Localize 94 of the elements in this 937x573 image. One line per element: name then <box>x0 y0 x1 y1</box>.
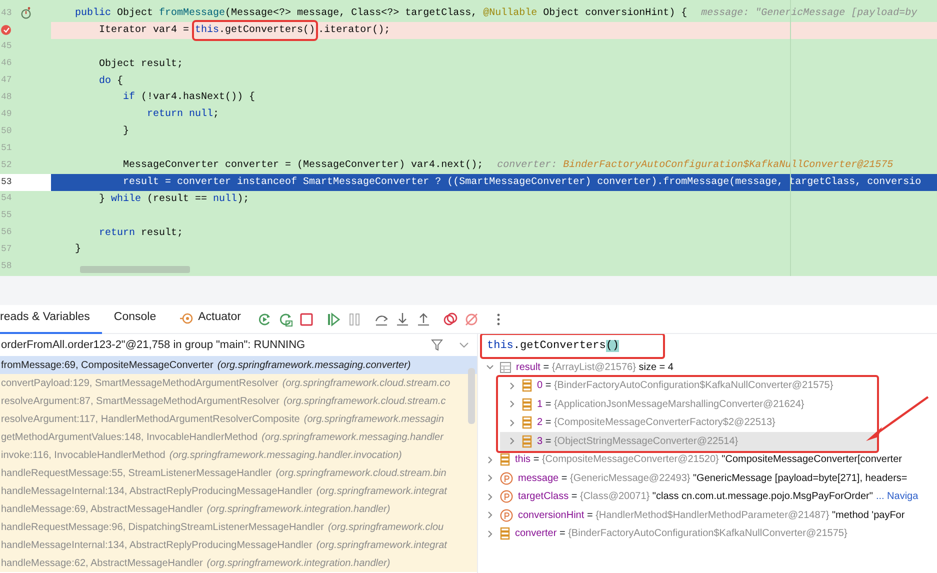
vertical-scrollbar[interactable] <box>468 368 475 424</box>
thread-selector[interactable]: orderFromAll.order123-2"@21,758 in group "main": RUNNING <box>0 334 477 356</box>
parameter-icon <box>500 472 513 485</box>
chevron-right-icon[interactable] <box>486 474 494 482</box>
code-line: } <box>74 242 82 258</box>
code-line: .iterator(); <box>318 24 390 38</box>
code-line: public Object fromMessage(Message<?> message, Class<?> targetClass, @Nullable Object conversionHint) { <box>74 6 688 21</box>
variable-entry: message = {GenericMessage@22493} "GenericMessage [payload=byte[271], headers= <box>518 472 908 486</box>
filter-icon <box>431 339 443 351</box>
field-icon <box>522 416 532 430</box>
variable-row[interactable]: converter = {BinderFactoryAutoConfiguration$KafkaNullConverter@21575} <box>478 524 937 543</box>
line-number: 47 <box>1 74 12 88</box>
variable-row[interactable]: targetClass = {Class@20071} "class cn.com.ut.message.pojo.MsgPayForOrder" ... Naviga <box>478 488 937 506</box>
field-icon <box>522 379 532 392</box>
chevron-right-icon[interactable] <box>508 437 516 446</box>
field-icon <box>500 453 510 466</box>
chevron-down-icon <box>459 340 469 350</box>
navigate-link[interactable]: ... Naviga <box>876 489 918 504</box>
stop-icon[interactable] <box>298 312 314 326</box>
parameter-icon <box>500 490 513 504</box>
field-icon <box>522 434 532 448</box>
line-number: 46 <box>1 57 12 70</box>
chevron-right-icon[interactable] <box>508 382 516 390</box>
code-line: Object result; <box>98 58 184 72</box>
line-number: 48 <box>1 91 12 104</box>
variable-entry: 2 = {CompositeMessageConverterFactory$2@22513} <box>537 416 776 430</box>
variable-row[interactable]: 3 = {ObjectStringMessageConverter@22514} <box>500 432 877 450</box>
variable-entry: 0 = {BinderFactoryAutoConfiguration$KafkaNullConverter@21575} <box>537 379 834 394</box>
breakpoints-icon[interactable] <box>442 312 458 326</box>
code-line: result = converter instanceof SmartMessageConverter ? ((SmartMessageConverter) converter).fromMessage(message, targetClass, conversio <box>122 176 922 190</box>
variable-row[interactable]: this = {CompositeMessageConverter@21520} "CompositeMessageConverter[converter <box>478 450 937 469</box>
variable-row[interactable]: message = {GenericMessage@22493} "GenericMessage [payload=byte[271], headers= <box>478 469 937 488</box>
variable-entry: this = {CompositeMessageConverter@21520} "CompositeMessageConverter[converter <box>515 453 902 468</box>
step-into-icon[interactable] <box>394 312 410 326</box>
variable-row[interactable]: conversionHint = {HandlerMethod$HandlerMethodParameter@21487} "method 'payFor <box>478 506 937 524</box>
variable-row[interactable]: 2 = {CompositeMessageConverterFactory$2@22513} <box>500 414 877 432</box>
chevron-right-icon[interactable] <box>508 418 516 427</box>
highlighted-expression: this.getConverters() <box>195 22 316 38</box>
line-number: 45 <box>1 40 12 54</box>
code-line: MessageConverter converter = (MessageConverter) var4.next(); <box>122 158 484 173</box>
line-number: 49 <box>1 108 12 122</box>
variable-row[interactable]: 0 = {BinderFactoryAutoConfiguration$KafkaNullConverter@21575} <box>500 376 877 395</box>
line-number: 58 <box>1 260 12 274</box>
code-line: Iterator var4 = <box>98 24 190 38</box>
chevron-right-icon[interactable] <box>486 511 494 520</box>
expression-text: this.getConverters() <box>482 334 664 358</box>
line-number: 53 <box>1 176 12 189</box>
chevron-right-icon[interactable] <box>486 456 494 464</box>
line-number: 56 <box>1 226 12 240</box>
variable-entry: 1 = {ApplicationJsonMessageMarshallingConverter@21624} <box>537 398 804 412</box>
code-line: if (!var4.hasNext()) { <box>122 90 256 106</box>
line-number: 57 <box>1 243 12 256</box>
horizontal-scrollbar[interactable] <box>80 266 190 273</box>
inline-hint: converter: BinderFactoryAutoConfiguration$KafkaNullConverter@21575 <box>497 158 894 173</box>
line-number: 52 <box>1 158 12 172</box>
panel-tab[interactable]: reads & Variables <box>0 304 102 334</box>
variable-entry: targetClass = {Class@20071} "class cn.com.ut.message.pojo.MsgPayForOrder" <box>518 490 873 504</box>
code-line: } <box>122 124 130 140</box>
line-number: 55 <box>1 209 12 222</box>
stack-frame[interactable]: fromMessage:69, CompositeMessageConverter (org.springframework.messaging.converter) <box>0 356 477 374</box>
chevron-right-icon[interactable] <box>486 492 494 501</box>
line-number: 54 <box>1 192 12 206</box>
mute-breakpoints-icon[interactable] <box>464 312 479 326</box>
panel-tab[interactable]: Console <box>102 304 168 334</box>
variable-entry: 3 = {ObjectStringMessageConverter@22514} <box>537 434 738 449</box>
line-number: 51 <box>1 142 12 155</box>
field-icon <box>522 398 532 411</box>
variable-entry: conversionHint = {HandlerMethod$HandlerMethodParameter@21487} "method 'payFor <box>518 508 905 523</box>
resume-icon[interactable] <box>326 312 341 326</box>
rerun-icon[interactable] <box>256 312 272 326</box>
field-icon <box>500 527 510 540</box>
step-out-icon[interactable] <box>416 312 431 326</box>
line-number: 43 <box>1 6 12 20</box>
chevron-right-icon[interactable] <box>508 400 516 408</box>
variable-row[interactable]: 1 = {ApplicationJsonMessageMarshallingConverter@21624} <box>500 395 877 414</box>
parameter-icon <box>500 508 513 522</box>
panel-tab[interactable]: Actuator <box>168 304 253 334</box>
chevron-down-icon[interactable] <box>486 363 494 372</box>
code-line: return null; <box>146 108 220 122</box>
variable-row[interactable]: result = {ArrayList@21576} size = 4 <box>478 358 937 376</box>
pause-icon[interactable] <box>346 312 362 326</box>
code-editor[interactable] <box>0 0 937 276</box>
actuator-icon <box>180 312 194 324</box>
list-icon <box>500 362 511 373</box>
code-line: } while (result == null); <box>98 192 250 207</box>
chevron-right-icon[interactable] <box>486 530 494 538</box>
variable-entry: converter = {BinderFactoryAutoConfiguration$KafkaNullConverter@21575} <box>515 527 848 542</box>
code-line: return result; <box>98 226 184 241</box>
rerun-icon[interactable] <box>278 312 293 326</box>
inline-hint: message: "GenericMessage [payload=by <box>701 6 918 21</box>
line-number: 50 <box>1 124 12 138</box>
code-line: do { <box>98 74 124 88</box>
variable-entry: result = {ArrayList@21576} size = 4 <box>516 360 674 375</box>
expression-field[interactable]: this.getConverters() <box>478 334 937 358</box>
